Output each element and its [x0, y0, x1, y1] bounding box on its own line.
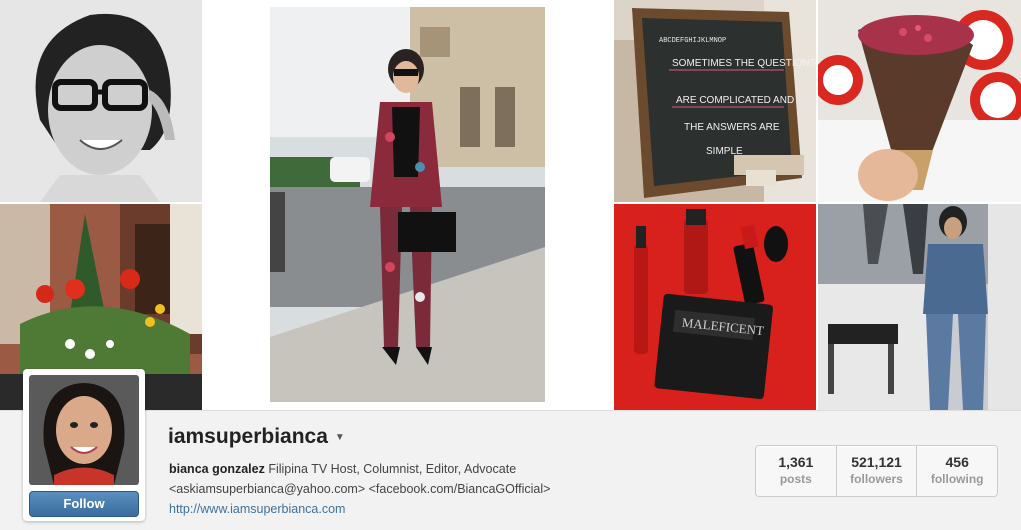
- follow-button[interactable]: Follow: [29, 491, 139, 517]
- stat-following[interactable]: 456 following: [917, 446, 997, 496]
- website-link[interactable]: http://www.iamsuperbianca.com: [169, 502, 345, 516]
- bio-contact: <askiamsuperbianca@yahoo.com> <facebook.…: [169, 482, 551, 496]
- photo-denim-outfit[interactable]: [818, 204, 1021, 410]
- photo-chalkboard[interactable]: ABCDEFGHIJKLMNOP SOMETIMES THE QUESTIONS…: [614, 0, 816, 202]
- chalk-line-2: ARE COMPLICATED AND: [676, 95, 794, 106]
- avatar[interactable]: [29, 375, 139, 485]
- chalk-line-3: THE ANSWERS ARE: [684, 122, 780, 133]
- photo-grid: ABCDEFGHIJKLMNOP SOMETIMES THE QUESTIONS…: [0, 0, 1021, 410]
- photo-maleficent-makeup[interactable]: MALEFICENT: [614, 204, 816, 410]
- avatar-card: Follow: [23, 369, 145, 521]
- username-header[interactable]: iamsuperbianca ▼: [168, 425, 345, 449]
- following-label: following: [930, 472, 984, 486]
- full-name: bianca gonzalez: [169, 462, 265, 476]
- svg-text:ABCDEFGHIJKLMNOP: ABCDEFGHIJKLMNOP: [659, 37, 726, 45]
- posts-label: posts: [779, 472, 812, 486]
- photo-ice-cream[interactable]: [818, 0, 1021, 202]
- stat-posts[interactable]: 1,361 posts: [756, 446, 837, 496]
- stats-box: 1,361 posts 521,121 followers 456 follow…: [755, 445, 998, 497]
- posts-count: 1,361: [778, 454, 814, 470]
- photo-portrait-glasses[interactable]: [0, 0, 202, 202]
- bio-text: Filipina TV Host, Columnist, Editor, Adv…: [268, 462, 517, 476]
- chalk-line-1: SOMETIMES THE QUESTIONS: [672, 58, 816, 69]
- profile-bar: Follow iamsuperbianca ▼ bianca gonzalez …: [0, 369, 1021, 530]
- photo-floral-suit[interactable]: [204, 0, 612, 410]
- bio: bianca gonzalez Filipina TV Host, Column…: [169, 459, 729, 519]
- username: iamsuperbianca: [168, 425, 328, 448]
- stat-followers[interactable]: 521,121 followers: [837, 446, 918, 496]
- chevron-down-icon[interactable]: ▼: [335, 432, 345, 443]
- following-count: 456: [945, 454, 969, 470]
- followers-label: followers: [850, 472, 903, 486]
- followers-count: 521,121: [851, 454, 902, 470]
